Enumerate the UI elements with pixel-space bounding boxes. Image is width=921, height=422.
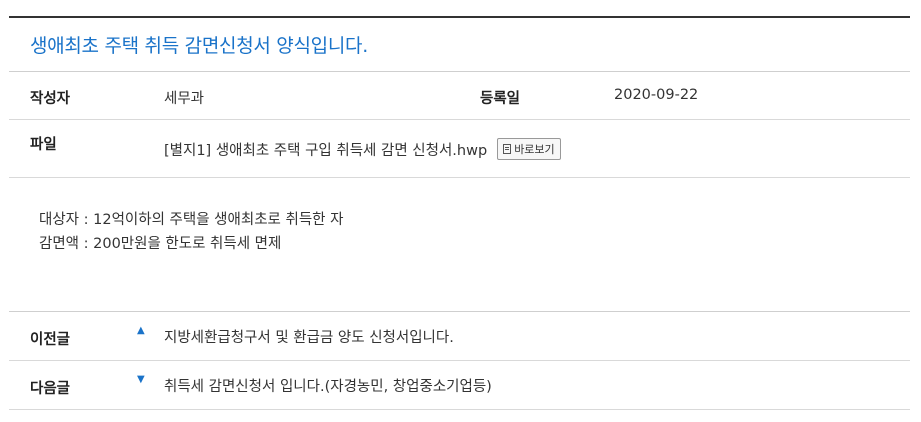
prev-post-link[interactable]: 지방세환급청구서 및 환급금 양도 신청서입니다. (164, 326, 454, 347)
date-value: 2020-09-22 (614, 87, 699, 103)
date-label: 등록일 (480, 91, 521, 107)
post-view: 생애최초 주택 취득 감면신청서 양식입니다. 작성자 세무과 등록일 2020… (9, 16, 910, 410)
prev-post-label: 이전글 (30, 332, 71, 348)
caret-up-icon: ▲ (137, 325, 145, 336)
view-button-label: 바로보기 (514, 143, 555, 156)
file-attachment: [별지1] 생애최초 주택 구입 취득세 감면 신청서.hwp 바로보기 (164, 138, 561, 160)
file-label: 파일 (30, 137, 57, 153)
author-value: 세무과 (164, 91, 205, 107)
title-row: 생애최초 주택 취득 감면신청서 양식입니다. (9, 18, 910, 72)
next-post-link[interactable]: 취득세 감면신청서 입니다.(자경농민, 창업중소기업등) (164, 375, 492, 396)
content-line: 감면액 : 200만원을 한도로 취득세 면제 (39, 236, 282, 252)
post-title: 생애최초 주택 취득 감면신청서 양식입니다. (30, 35, 368, 57)
file-row: 파일 [별지1] 생애최초 주택 구입 취득세 감면 신청서.hwp 바로보기 (9, 120, 910, 178)
next-post-row: 다음글 ▼ 취득세 감면신청서 입니다.(자경농민, 창업중소기업등) (9, 361, 910, 410)
meta-row: 작성자 세무과 등록일 2020-09-22 (9, 72, 910, 120)
view-file-button[interactable]: 바로보기 (497, 138, 561, 160)
caret-down-icon: ▼ (137, 374, 145, 385)
content-line: 대상자 : 12억이하의 주택을 생애최초로 취득한 자 (39, 212, 344, 228)
author-label: 작성자 (30, 91, 71, 107)
document-icon (503, 144, 512, 154)
post-content: 대상자 : 12억이하의 주택을 생애최초로 취득한 자 감면액 : 200만원… (9, 178, 910, 312)
file-download-link[interactable]: [별지1] 생애최초 주택 구입 취득세 감면 신청서.hwp (164, 139, 487, 160)
prev-post-row: 이전글 ▲ 지방세환급청구서 및 환급금 양도 신청서입니다. (9, 312, 910, 361)
next-post-label: 다음글 (30, 381, 71, 397)
